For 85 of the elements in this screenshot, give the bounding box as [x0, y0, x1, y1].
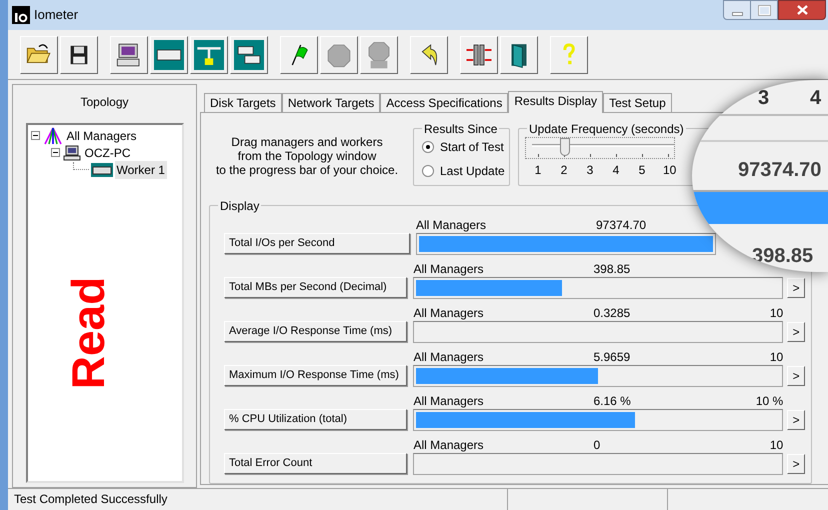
metric-button[interactable]: Total MBs per Second (Decimal): [224, 277, 408, 298]
disk-drive-icon: [154, 40, 184, 70]
network-button[interactable]: [190, 36, 228, 74]
max-label: 10: [770, 438, 784, 453]
tree-item[interactable]: All Managers: [64, 126, 139, 144]
open-folder-button[interactable]: [20, 36, 58, 74]
metric-button[interactable]: Average I/O Response Time (ms): [224, 321, 408, 342]
magnified-tick-label: 3: [758, 86, 770, 110]
stop-all-sign-button[interactable]: [360, 36, 398, 74]
radio-button[interactable]: [422, 165, 434, 177]
stop-sign-button[interactable]: [320, 36, 358, 74]
question-mark-button[interactable]: [550, 36, 588, 74]
metric-button[interactable]: % CPU Utilization (total): [224, 409, 408, 430]
tick-label: 4: [612, 162, 620, 179]
minus-icon: [52, 149, 58, 156]
tree-item[interactable]: OCZ-PC: [82, 144, 132, 162]
managers-icon: [42, 126, 62, 144]
tab[interactable]: Access Specifications: [380, 93, 508, 112]
maximize-icon: [758, 4, 770, 16]
metric-button[interactable]: Maximum I/O Response Time (ms): [224, 365, 408, 386]
slider[interactable]: [525, 137, 675, 159]
minimize-icon: [732, 12, 742, 16]
close-icon: [796, 5, 808, 15]
undo-arrow-button[interactable]: [410, 36, 448, 74]
radio-button[interactable]: [422, 141, 434, 153]
expand-button[interactable]: >: [787, 366, 806, 386]
rotated-label: Read: [64, 276, 110, 390]
network-icon: [194, 40, 224, 70]
collapse-toggle[interactable]: [50, 148, 60, 157]
value-label: 398.85: [593, 262, 630, 277]
metric-button[interactable]: Total Error Count: [224, 453, 408, 474]
instruction-text: Drag managers and workers from the Topology window to the progress bar of your choice.: [214, 134, 400, 179]
workers-icon: [234, 40, 264, 70]
value-label: 6.16 %: [593, 394, 631, 409]
expand-button[interactable]: >: [787, 322, 806, 342]
radio-label: Last Update: [440, 163, 505, 180]
source-label: All Managers: [413, 262, 484, 277]
source-label: All Managers: [413, 350, 484, 365]
value-label: 5.9659: [593, 350, 630, 365]
minus-icon: [32, 132, 38, 139]
panel-title: Topology: [80, 94, 129, 111]
source-label: All Managers: [413, 438, 484, 453]
workers-button[interactable]: [230, 36, 268, 74]
source-label: All Managers: [413, 394, 484, 409]
value-label: 0: [593, 438, 600, 453]
computer-icon: [62, 144, 80, 160]
value-label: 97374.70: [596, 218, 646, 233]
max-label: 10: [770, 350, 784, 365]
maximize-button[interactable]: [751, 0, 778, 20]
value-label: 0.3285: [593, 306, 630, 321]
computer-button[interactable]: [110, 36, 148, 74]
expand-button[interactable]: >: [787, 278, 806, 298]
minimize-button[interactable]: [723, 0, 751, 20]
radio-label: Start of Test: [440, 139, 504, 156]
window-title: Iometer: [34, 6, 78, 24]
tick-label: 2: [560, 162, 568, 179]
collapse-toggle[interactable]: [30, 131, 40, 140]
tick-label: 5: [638, 162, 646, 179]
connect-button[interactable]: [460, 36, 498, 74]
source-label: All Managers: [416, 218, 486, 233]
close-button[interactable]: [778, 0, 826, 20]
door-button[interactable]: [500, 36, 538, 74]
app-logo-icon: [12, 6, 30, 24]
tick-label: 3: [586, 162, 594, 179]
magnified-value: 97374.70: [738, 158, 822, 182]
tab[interactable]: Disk Targets: [204, 93, 282, 112]
floppy-disk-button[interactable]: [60, 36, 98, 74]
flag-button[interactable]: [280, 36, 318, 74]
tick-label: 1: [534, 162, 542, 179]
magnified-value: 398.85: [752, 244, 814, 268]
max-label: 10: [770, 306, 784, 321]
tab[interactable]: Results Display: [508, 91, 604, 113]
disk-drive-button[interactable]: [150, 36, 188, 74]
source-label: All Managers: [413, 306, 484, 321]
expand-button[interactable]: >: [787, 410, 806, 430]
metric-button[interactable]: Total I/Os per Second: [224, 233, 410, 254]
max-label: 10 %: [756, 394, 784, 409]
tab[interactable]: Network Targets: [282, 93, 380, 112]
drive-icon: [90, 162, 112, 176]
slider-thumb[interactable]: [560, 138, 570, 156]
tree-item[interactable]: Worker 1: [114, 160, 167, 178]
expand-button[interactable]: >: [787, 454, 806, 474]
tab[interactable]: Test Setup: [603, 93, 672, 112]
magnified-tick-label: 4: [810, 86, 822, 110]
status-text: Test Completed Successfully: [8, 489, 508, 510]
